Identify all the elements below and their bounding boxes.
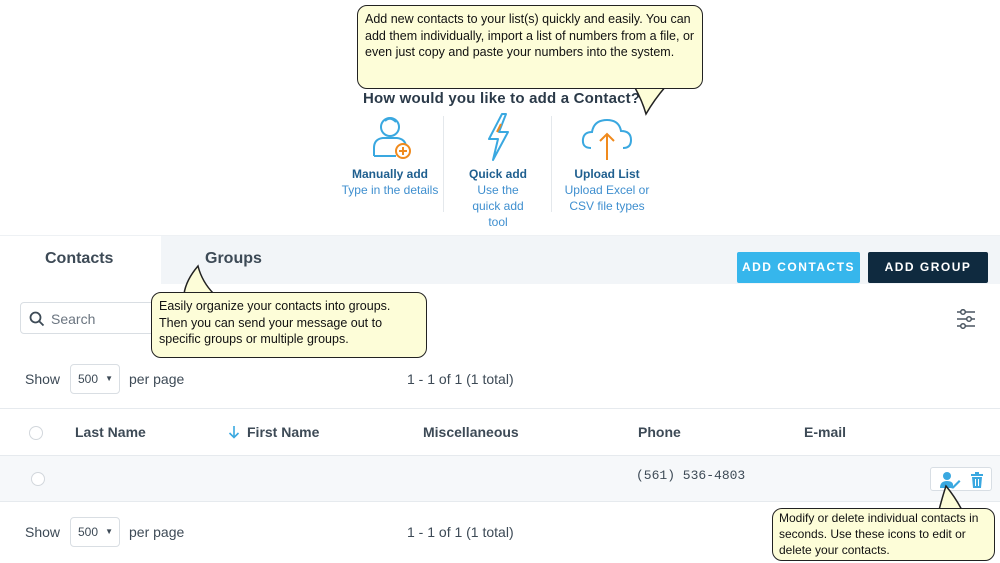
groups-tooltip-tail (182, 264, 216, 298)
pager-summary: 1 - 1 of 1 (1 total) (407, 371, 514, 387)
quick-add-option[interactable]: Quick add Use the quick add tool (444, 112, 552, 230)
show-label: Show (25, 524, 61, 540)
column-phone[interactable]: Phone (638, 424, 681, 440)
show-label: Show (25, 371, 61, 387)
quick-add-title: Quick add (468, 167, 527, 181)
per-page-label: per page (129, 524, 185, 540)
quick-add-desc: Use the quick add tool (472, 183, 524, 229)
tab-bar: Contacts Groups ADD CONTACTS ADD GROUP (0, 236, 1000, 284)
add-contacts-tooltip: Add new contacts to your list(s) quickly… (357, 5, 703, 89)
tab-contacts[interactable]: Contacts (0, 236, 161, 284)
add-contact-heading: How would you like to add a Contact? (363, 90, 641, 107)
filter-settings-icon[interactable] (956, 309, 976, 329)
upload-list-desc: Upload Excel or CSV file types (564, 183, 650, 213)
page-size-select[interactable]: 500 ▼ (70, 364, 120, 394)
upload-list-option[interactable]: Upload List Upload Excel or CSV file typ… (553, 112, 661, 214)
manually-add-option[interactable]: Manually add Type in the details (336, 112, 444, 198)
caret-down-icon: ▼ (105, 527, 113, 536)
add-contacts-tooltip-text: Add new contacts to your list(s) quickly… (365, 12, 695, 59)
groups-tooltip: Easily organize your contacts into group… (151, 292, 427, 358)
row-checkbox[interactable] (31, 472, 45, 486)
search-icon (29, 311, 45, 327)
column-first-name[interactable]: First Name (247, 424, 319, 440)
add-group-button[interactable]: ADD GROUP (868, 252, 988, 283)
person-add-icon (373, 117, 411, 159)
row-actions-tooltip: Modify or delete individual contacts in … (772, 508, 995, 561)
manually-add-desc: Type in the details (341, 183, 439, 197)
add-contacts-button[interactable]: ADD CONTACTS (737, 252, 860, 283)
column-miscellaneous[interactable]: Miscellaneous (423, 424, 519, 440)
sort-arrow-down-icon[interactable] (228, 425, 240, 439)
lightning-icon (488, 113, 509, 161)
groups-tooltip-text: Easily organize your contacts into group… (159, 299, 391, 346)
tab-contacts-label: Contacts (45, 250, 114, 267)
table-header: Last Name First Name Miscellaneous Phone… (0, 408, 1000, 456)
manually-add-title: Manually add (351, 167, 428, 181)
per-page-label: per page (129, 371, 185, 387)
page-size-value: 500 (78, 525, 99, 539)
table-row[interactable]: (561) 536-4803 (0, 456, 1000, 502)
column-last-name[interactable]: Last Name (75, 424, 146, 440)
pager-top: Show 500 ▼ per page 1 - 1 of 1 (1 total) (0, 362, 1000, 396)
row-actions-tooltip-text: Modify or delete individual contacts in … (779, 511, 979, 557)
upload-list-title: Upload List (574, 167, 640, 181)
row-phone: (561) 536-4803 (636, 468, 746, 483)
search-placeholder: Search (51, 311, 96, 327)
page-size-value: 500 (78, 372, 99, 386)
column-email[interactable]: E-mail (804, 424, 846, 440)
select-all-checkbox[interactable] (29, 426, 43, 440)
caret-down-icon: ▼ (105, 374, 113, 383)
pager-summary: 1 - 1 of 1 (1 total) (407, 524, 514, 540)
option-divider (551, 116, 552, 212)
page-size-select[interactable]: 500 ▼ (70, 517, 120, 547)
